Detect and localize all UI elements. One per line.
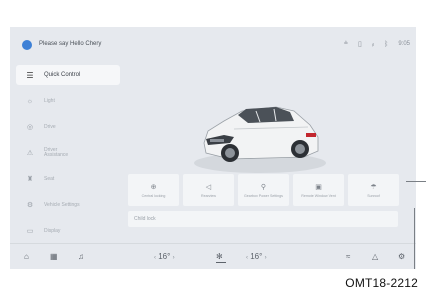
sidebar-item-label: Drive (44, 123, 56, 130)
rearview-button[interactable]: ◁ Rearview (183, 174, 234, 206)
child-lock-label: Child lock (134, 216, 156, 222)
sidebar: ☰ Quick Control ☼ Light ◎ Drive ⚠ Driver… (16, 65, 120, 247)
phone-icon: ▯ (357, 41, 362, 48)
tile-label: Remote Window Vent (301, 193, 336, 198)
music-icon[interactable]: ♫ (78, 252, 84, 261)
voice-greeting: Please say Hello Chery (39, 41, 102, 47)
mirror-icon: ◁ (205, 183, 212, 191)
gearbox-icon: ⚲ (260, 183, 267, 191)
light-icon: ☼ (26, 97, 34, 105)
hazard-warning-icon[interactable]: △ (372, 252, 378, 261)
sidebar-item-label: Vehicle Settings (44, 201, 80, 208)
voice-assistant-icon[interactable] (22, 40, 32, 50)
temp-down-arrow-icon[interactable]: ‹ (154, 255, 156, 261)
sidebar-item-label: Seat (44, 175, 55, 182)
infotainment-screen: Please say Hello Chery ⩮ ▯ ᵢₗ ᛒ 9:05 ☰ Q… (10, 27, 416, 269)
tile-label: Central locking (141, 193, 166, 198)
figure-caption: OMT18-2212 (345, 276, 418, 290)
tile-label: Rearview (201, 193, 216, 198)
temp-up-arrow-icon[interactable]: › (265, 255, 267, 261)
sidebar-item-display[interactable]: ▭ Display (16, 221, 120, 241)
temp-left-value: 16° (158, 252, 171, 261)
sidebar-item-light[interactable]: ☼ Light (16, 91, 120, 111)
sunroof-button[interactable]: ☂ Sunroof (348, 174, 399, 206)
settings-sliders-icon: ☰ (26, 70, 34, 80)
temp-down-arrow-icon[interactable]: ‹ (246, 255, 248, 261)
sidebar-item-seat[interactable]: ♜ Seat (16, 169, 120, 189)
app-grid-icon[interactable]: ▦ (50, 252, 58, 261)
lock-icon: ⊕ (150, 183, 157, 191)
settings-icon[interactable]: ⚙ (398, 252, 405, 261)
sunroof-icon: ☂ (370, 183, 377, 191)
sidebar-item-driver-assistance[interactable]: ⚠ Driver Assistance (16, 143, 120, 163)
status-icons: ⩮ ▯ ᵢₗ ᛒ 9:05 (344, 40, 410, 48)
central-locking-button[interactable]: ⊕ Central locking (128, 174, 179, 206)
sidebar-item-drive[interactable]: ◎ Drive (16, 117, 120, 137)
temp-up-arrow-icon[interactable]: › (173, 255, 175, 261)
sidebar-item-label: Display (44, 227, 61, 234)
vehicle-3d-model (190, 81, 330, 181)
seat-icon: ♜ (26, 176, 34, 183)
signal-icon: ᵢₗ (371, 41, 375, 48)
window-icon: ▣ (315, 183, 322, 191)
sidebar-item-vehicle-settings[interactable]: ⚙ Vehicle Settings (16, 195, 120, 215)
fan-icon[interactable]: ✻ (216, 252, 223, 261)
tile-label: Sunroof (367, 193, 380, 198)
callout-line-horizontal (406, 181, 426, 182)
sidebar-item-label: Light (44, 97, 55, 104)
display-icon: ▭ (26, 228, 34, 235)
home-icon[interactable]: ⌂ (24, 252, 29, 261)
driver-assist-icon: ⚠ (26, 150, 34, 157)
bottom-dock: ⌂ ▦ ♫ ‹ 16° › ✻ ‹ 16° › ≈ △ ⚙ (10, 243, 416, 269)
wifi-icon: ⩮ (343, 40, 348, 47)
gearbox-power-settings-button[interactable]: ⚲ Gearbox Power Settings (238, 174, 289, 206)
clock: 9:05 (398, 41, 410, 47)
temp-right-value: 16° (250, 252, 263, 261)
seat-heating-icon[interactable]: ≈ (346, 252, 350, 261)
steering-wheel-icon: ◎ (26, 124, 34, 131)
child-lock-row[interactable]: Child lock (128, 211, 398, 227)
top-status-bar: Please say Hello Chery ⩮ ▯ ᵢₗ ᛒ 9:05 (10, 27, 416, 61)
sidebar-item-label: Quick Control (44, 71, 81, 78)
right-temperature[interactable]: ‹ 16° › (246, 252, 267, 261)
remote-window-vent-button[interactable]: ▣ Remote Window Vent (293, 174, 344, 206)
callout-line (414, 208, 415, 269)
left-temperature[interactable]: ‹ 16° › (154, 252, 175, 261)
tile-label: Gearbox Power Settings (244, 193, 283, 198)
sidebar-item-label: Driver Assistance (44, 147, 69, 158)
quick-control-tiles: ⊕ Central locking ◁ Rearview ⚲ Gearbox P… (128, 174, 399, 206)
sidebar-item-quick-control[interactable]: ☰ Quick Control (16, 65, 120, 85)
bluetooth-icon: ᛒ (384, 40, 389, 48)
car-image (194, 106, 326, 173)
fan-indicator (216, 262, 226, 263)
vehicle-settings-icon: ⚙ (26, 202, 34, 209)
